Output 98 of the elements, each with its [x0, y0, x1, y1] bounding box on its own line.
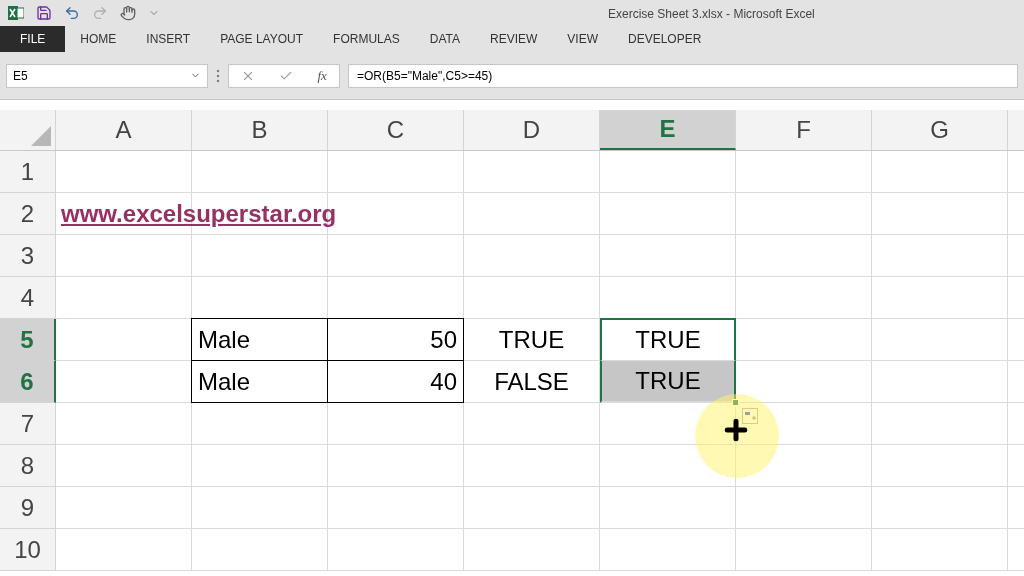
grid-cell[interactable] — [600, 403, 736, 445]
grid-cell[interactable] — [328, 487, 464, 529]
insert-function-button[interactable]: fx — [317, 65, 327, 86]
grid-cell[interactable] — [56, 487, 192, 529]
row-header[interactable]: 7 — [0, 403, 56, 445]
file-tab[interactable]: FILE — [0, 26, 66, 52]
grid-cell[interactable] — [872, 319, 1008, 361]
grip-icon — [216, 68, 220, 83]
grid-cell[interactable] — [872, 487, 1008, 529]
row-header[interactable]: 2 — [0, 193, 56, 235]
quick-analysis-icon[interactable] — [742, 408, 758, 424]
row-header[interactable]: 6 — [0, 361, 56, 403]
grid-cell[interactable] — [872, 193, 1008, 235]
grid-cell[interactable] — [736, 319, 872, 361]
row-header[interactable]: 8 — [0, 445, 56, 487]
grid-cell[interactable] — [736, 445, 872, 487]
fill-handle[interactable] — [732, 399, 739, 406]
grid-cell[interactable] — [872, 235, 1008, 277]
ribbon-tab[interactable]: FORMULAS — [318, 26, 415, 52]
row-header[interactable]: 10 — [0, 529, 56, 571]
grid-cell[interactable] — [600, 445, 736, 487]
column-header[interactable]: G — [872, 110, 1008, 150]
grid-cell[interactable] — [872, 529, 1008, 571]
redo-icon[interactable] — [92, 5, 108, 21]
grid-cell[interactable] — [56, 277, 192, 319]
grid-cell[interactable] — [736, 277, 872, 319]
touch-mode-icon[interactable] — [120, 5, 136, 21]
grid-cell[interactable] — [464, 193, 600, 235]
grid-cell[interactable] — [328, 445, 464, 487]
grid-cell[interactable] — [464, 235, 600, 277]
save-icon[interactable] — [36, 5, 52, 21]
ribbon-tab[interactable]: INSERT — [131, 26, 206, 52]
row-header[interactable]: 9 — [0, 487, 56, 529]
grid-cell[interactable] — [192, 487, 328, 529]
ribbon-tab[interactable]: DEVELOPER — [613, 26, 717, 52]
undo-icon[interactable] — [64, 5, 80, 21]
grid-cell[interactable] — [328, 235, 464, 277]
grid-cell[interactable] — [328, 529, 464, 571]
grid-cell[interactable] — [328, 151, 464, 193]
grid-cell[interactable] — [736, 235, 872, 277]
grid-cell[interactable] — [464, 403, 600, 445]
column-header[interactable]: B — [192, 110, 328, 150]
grid-cell[interactable] — [736, 193, 872, 235]
grid-cell[interactable] — [464, 277, 600, 319]
grid-cell[interactable] — [872, 277, 1008, 319]
grid-cell[interactable] — [56, 529, 192, 571]
name-box[interactable]: E5 — [6, 63, 208, 88]
grid-cell[interactable] — [872, 151, 1008, 193]
table-cell: 50 — [327, 318, 464, 361]
grid-cell[interactable] — [464, 529, 600, 571]
grid-cell[interactable] — [872, 403, 1008, 445]
column-header[interactable]: C — [328, 110, 464, 150]
grid-cell[interactable] — [600, 151, 736, 193]
table-cell: Male — [191, 318, 328, 361]
row-header[interactable]: 3 — [0, 235, 56, 277]
grid-cell[interactable] — [56, 403, 192, 445]
select-all-triangle-icon — [31, 126, 51, 146]
website-link[interactable]: www.excelsuperstar.org — [61, 195, 337, 232]
grid-cell[interactable] — [600, 529, 736, 571]
ribbon-tab[interactable]: HOME — [65, 26, 132, 52]
formula-field[interactable]: =OR(B5="Male",C5>=45) — [348, 63, 1018, 88]
table-cell: TRUE — [600, 361, 736, 403]
column-header[interactable]: F — [736, 110, 872, 150]
table-cell: 40 — [327, 360, 464, 403]
row-header[interactable]: 4 — [0, 277, 56, 319]
grid-cell[interactable] — [600, 235, 736, 277]
grid-cell[interactable] — [600, 487, 736, 529]
table-cell: TRUE — [464, 319, 600, 361]
grid-cell[interactable] — [464, 151, 600, 193]
grid-cell[interactable] — [736, 487, 872, 529]
grid-cell[interactable] — [192, 403, 328, 445]
grid-cell[interactable] — [192, 151, 328, 193]
excel-logo-icon — [8, 5, 24, 21]
table-cell: Male — [191, 360, 328, 403]
ribbon-tab[interactable]: PAGE LAYOUT — [205, 26, 319, 52]
column-header[interactable]: A — [56, 110, 192, 150]
grid-cell[interactable] — [872, 445, 1008, 487]
grid-cell[interactable] — [56, 235, 192, 277]
grid-cell[interactable] — [464, 445, 600, 487]
grid-cell[interactable] — [192, 529, 328, 571]
window-title: Exercise Sheet 3.xlsx - Microsoft Excel — [608, 6, 815, 23]
grid-cell[interactable] — [328, 403, 464, 445]
ribbon-tab[interactable]: DATA — [414, 26, 475, 52]
row-header[interactable]: 5 — [0, 319, 56, 361]
grid-cell[interactable] — [736, 529, 872, 571]
grid-cell[interactable] — [56, 151, 192, 193]
grid-cell[interactable] — [736, 151, 872, 193]
ribbon-tab[interactable]: VIEW — [552, 26, 613, 52]
grid-cell[interactable] — [56, 445, 192, 487]
grid-cell[interactable] — [736, 361, 872, 403]
column-header[interactable]: E — [600, 110, 736, 150]
grid-cell[interactable] — [192, 445, 328, 487]
ribbon-tab[interactable]: REVIEW — [475, 26, 553, 52]
grid-cell[interactable] — [600, 193, 736, 235]
grid-cell[interactable] — [192, 235, 328, 277]
grid-cell[interactable] — [872, 361, 1008, 403]
row-header[interactable]: 1 — [0, 151, 56, 193]
grid-cell[interactable] — [464, 487, 600, 529]
